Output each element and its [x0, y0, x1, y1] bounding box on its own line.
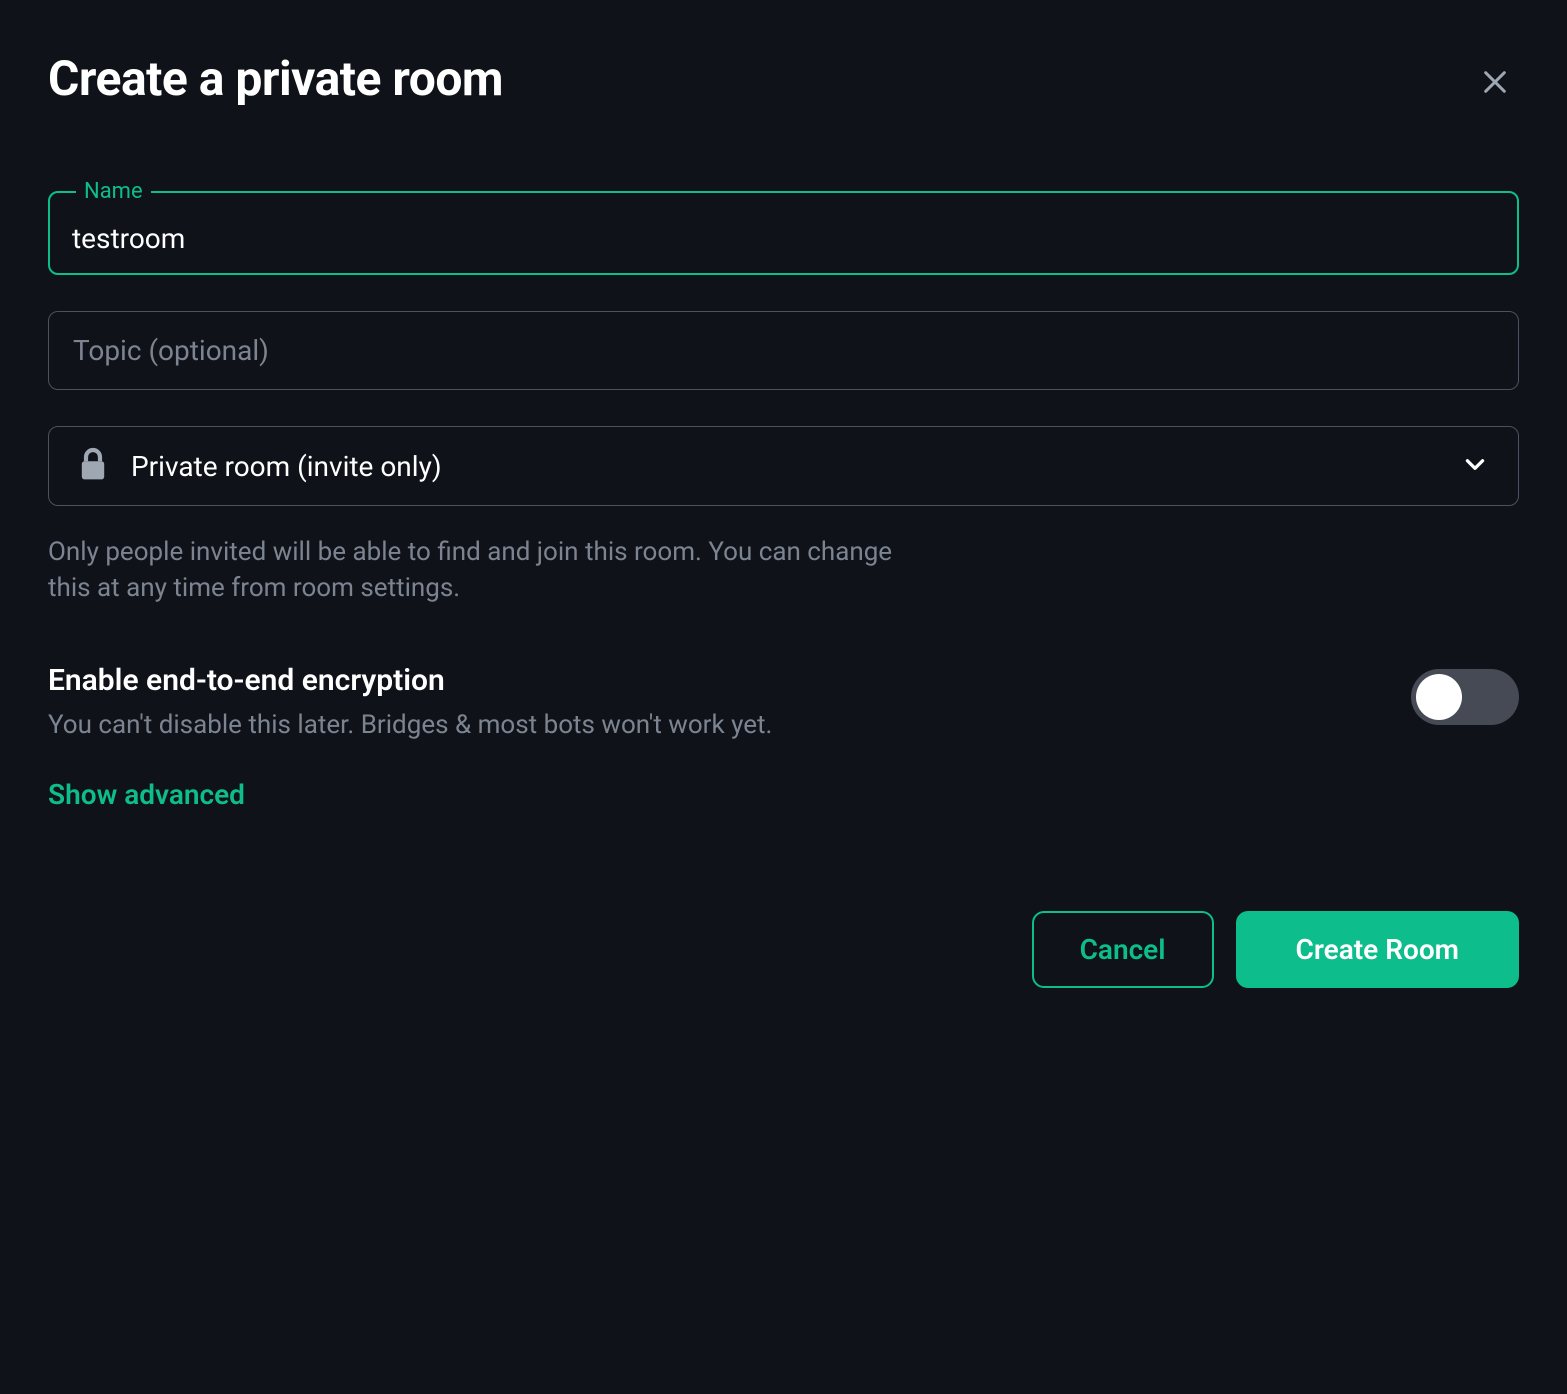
encryption-toggle[interactable]	[1411, 669, 1519, 725]
dialog-footer: Cancel Create Room	[48, 911, 1519, 988]
name-label: Name	[76, 179, 151, 204]
show-advanced-button[interactable]: Show advanced	[48, 778, 245, 811]
close-button[interactable]	[1471, 58, 1519, 109]
close-icon	[1479, 66, 1511, 98]
topic-input[interactable]	[48, 311, 1519, 390]
encryption-row: Enable end-to-end encryption You can't d…	[48, 663, 1519, 740]
lock-icon	[79, 447, 107, 485]
chevron-down-icon	[1462, 451, 1488, 481]
name-fieldset: Name	[48, 179, 1519, 275]
visibility-selected-label: Private room (invite only)	[131, 450, 442, 483]
encryption-subtitle: You can't disable this later. Bridges & …	[48, 710, 1411, 740]
name-input[interactable]	[72, 222, 1495, 255]
visibility-description: Only people invited will be able to find…	[48, 534, 898, 607]
dialog-title: Create a private room	[48, 50, 503, 107]
cancel-button[interactable]: Cancel	[1032, 911, 1214, 988]
create-room-button[interactable]: Create Room	[1236, 911, 1519, 988]
visibility-select[interactable]: Private room (invite only)	[48, 426, 1519, 506]
toggle-knob	[1416, 674, 1462, 720]
encryption-title: Enable end-to-end encryption	[48, 663, 1411, 698]
